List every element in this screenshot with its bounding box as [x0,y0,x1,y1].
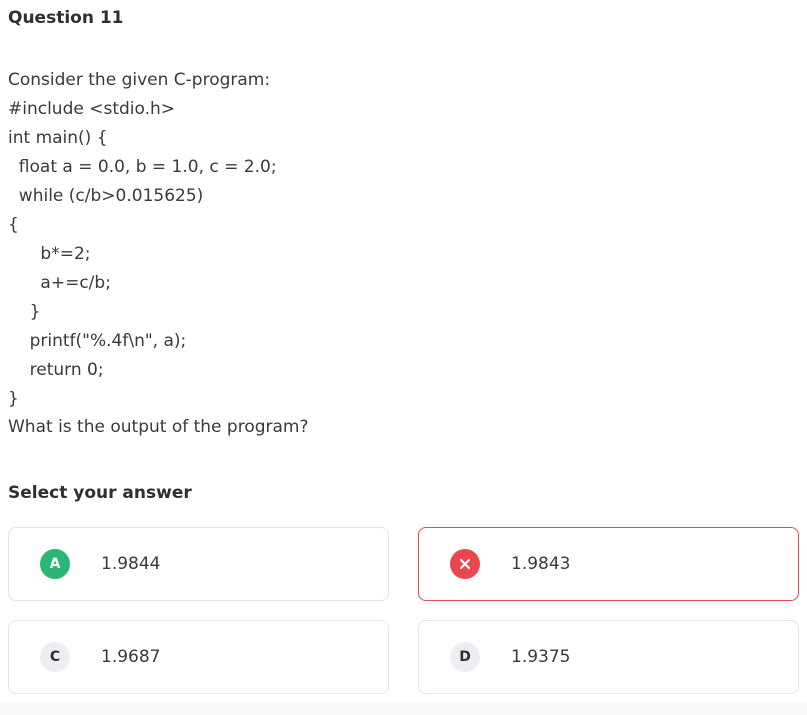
question-line: } [8,389,19,409]
question-line: #include <stdio.h> [8,99,176,119]
option-letter-badge: C [40,642,70,672]
question-line: { [8,215,19,235]
question-line: while (c/b>0.015625) [8,186,204,206]
option-letter-badge: D [450,642,480,672]
select-answer-label: Select your answer [8,483,192,503]
question-line: } [8,302,41,322]
question-line: float a = 0.0, b = 1.0, c = 2.0; [8,157,277,177]
option-letter-badge: A [40,549,70,579]
answer-option-c[interactable]: C 1.9687 [8,620,389,694]
question-title: Question 11 [8,8,124,28]
option-value: 1.9843 [511,554,571,574]
question-line: return 0; [8,360,104,380]
close-icon [450,549,480,579]
option-value: 1.9844 [101,554,161,574]
question-line: What is the output of the program? [8,417,309,437]
answer-option-b[interactable]: 1.9843 [418,527,799,601]
question-line: printf("%.4f\n", a); [8,331,187,351]
option-value: 1.9375 [511,647,571,667]
answer-option-d[interactable]: D 1.9375 [418,620,799,694]
question-line: int main() { [8,128,108,148]
option-value: 1.9687 [101,647,161,667]
question-line: b*=2; [8,244,91,264]
question-line: a+=c/b; [8,273,111,293]
page-footer-strip [0,702,807,715]
question-line: Consider the given C-program: [8,70,271,90]
close-icon-glyph [459,558,471,570]
answer-option-a[interactable]: A 1.9844 [8,527,389,601]
